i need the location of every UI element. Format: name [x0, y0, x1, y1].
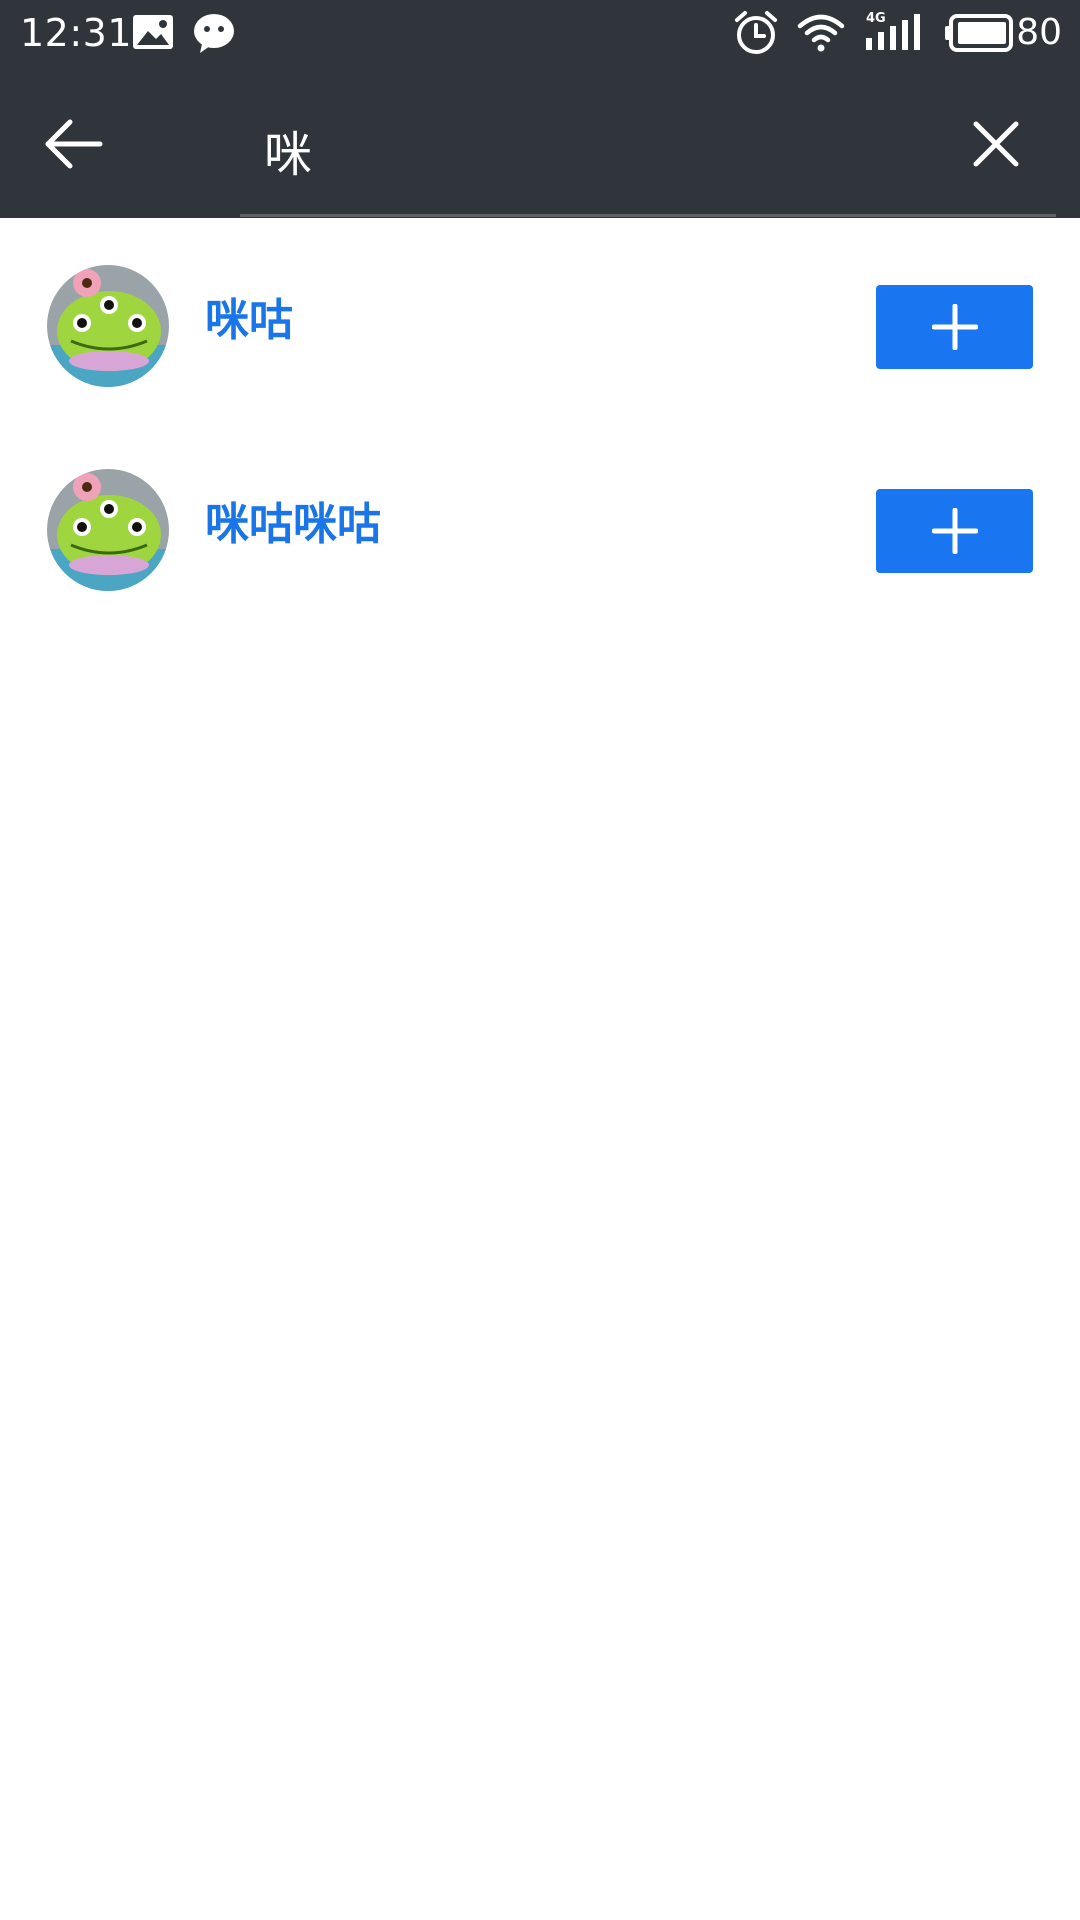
status-bar: 12:31 4G 80: [0, 0, 1080, 68]
battery-level: 80: [1016, 12, 1062, 53]
close-icon: [973, 121, 1019, 167]
add-button[interactable]: [876, 489, 1033, 573]
image-notification-icon: [132, 14, 174, 54]
wechat-icon: [192, 12, 236, 58]
clear-search-button[interactable]: [966, 114, 1026, 174]
result-row[interactable]: 咪咕: [0, 218, 1080, 422]
signal-icon: 4G: [864, 8, 924, 58]
search-input[interactable]: [240, 108, 960, 192]
battery-icon: [945, 14, 1015, 56]
add-button[interactable]: [876, 285, 1033, 369]
alarm-icon: [733, 10, 779, 60]
status-time: 12:31: [20, 11, 133, 55]
avatar[interactable]: [47, 469, 169, 591]
wifi-icon: [797, 12, 845, 58]
result-row[interactable]: 咪咕咪咕: [0, 422, 1080, 626]
arrow-left-icon: [45, 119, 103, 169]
avatar[interactable]: [47, 265, 169, 387]
search-underline: [240, 214, 1056, 217]
search-results-list: 咪咕 咪咕咪咕: [0, 218, 1080, 626]
plus-icon: [931, 304, 978, 350]
plus-icon: [931, 508, 978, 554]
back-button[interactable]: [42, 114, 128, 174]
result-name[interactable]: 咪咕: [205, 293, 293, 349]
network-type-label: 4G: [866, 11, 886, 26]
result-name[interactable]: 咪咕咪咕: [205, 497, 381, 553]
search-header: [0, 68, 1080, 218]
